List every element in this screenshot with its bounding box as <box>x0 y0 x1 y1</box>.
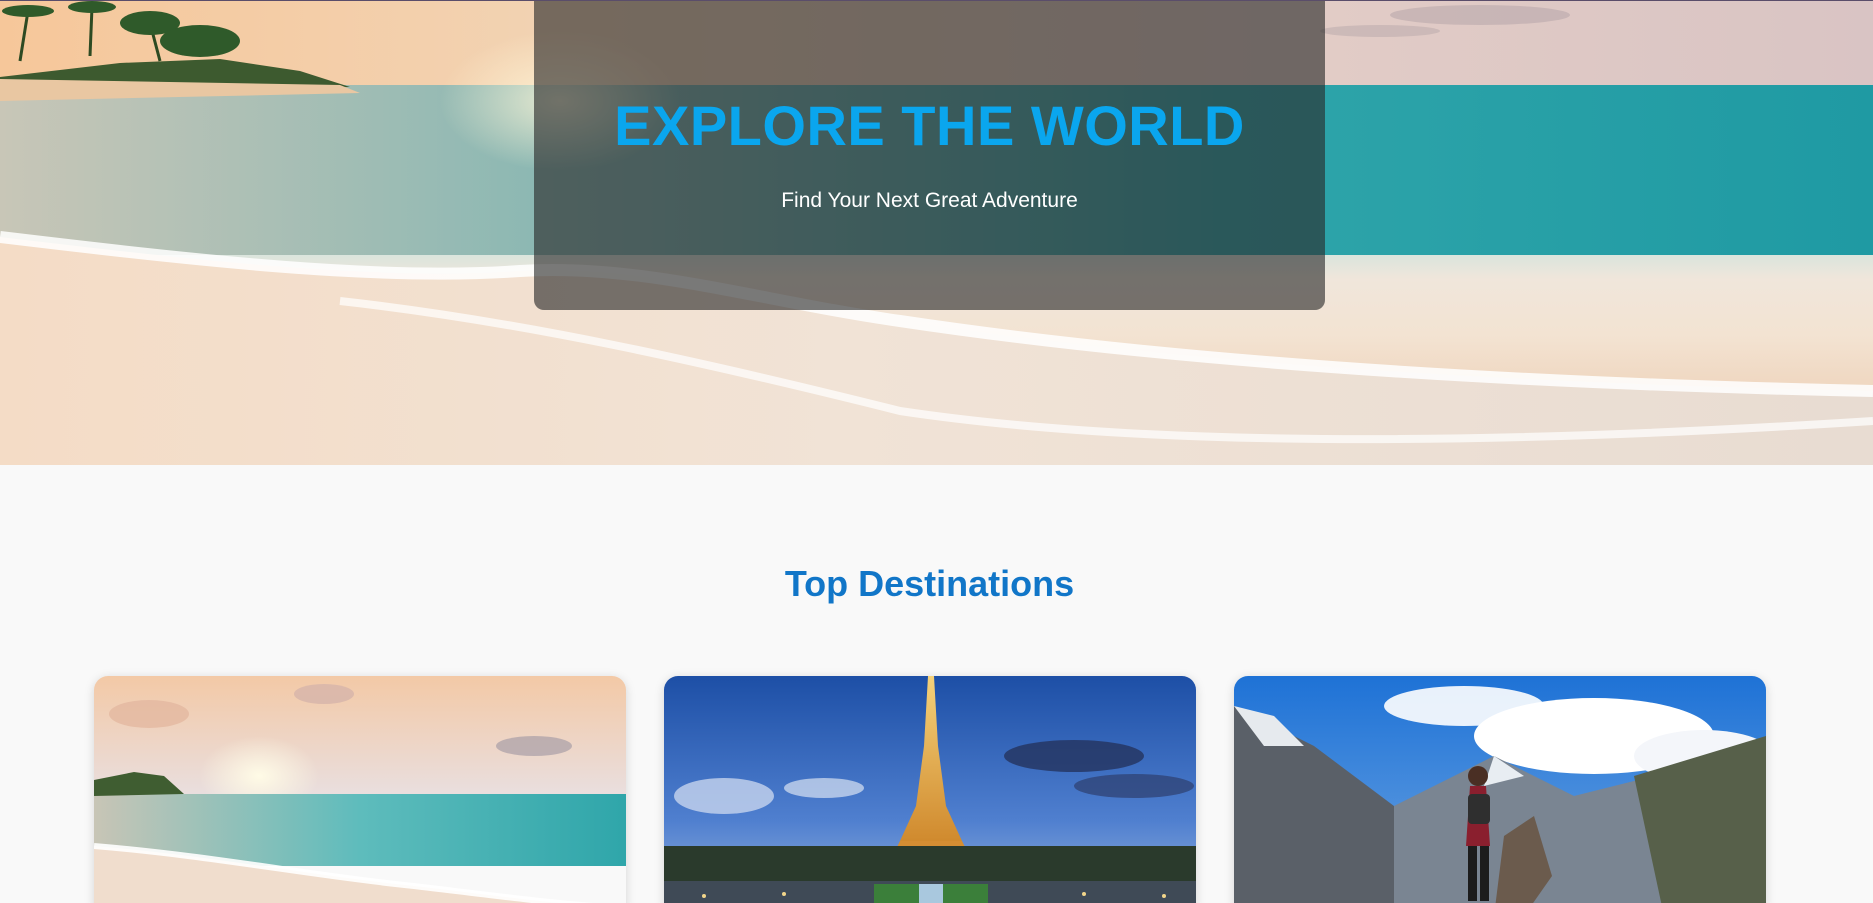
hero-banner: EXPLORE THE WORLD Find Your Next Great A… <box>0 1 1873 465</box>
mountain-hiker-image <box>1234 676 1766 903</box>
destination-card-paris[interactable] <box>664 676 1196 903</box>
eiffel-tower-image <box>664 676 1196 903</box>
page: EXPLORE THE WORLD Find Your Next Great A… <box>0 0 1873 903</box>
beach-image <box>94 676 626 903</box>
hero-title: EXPLORE THE WORLD <box>614 94 1245 157</box>
hero-overlay-panel: EXPLORE THE WORLD Find Your Next Great A… <box>534 1 1325 310</box>
section-title: Top Destinations <box>784 563 1075 604</box>
hero-subtitle: Find Your Next Great Adventure <box>781 189 1078 212</box>
destination-card-beach[interactable] <box>94 676 626 903</box>
destination-card-mountains[interactable] <box>1234 676 1766 903</box>
